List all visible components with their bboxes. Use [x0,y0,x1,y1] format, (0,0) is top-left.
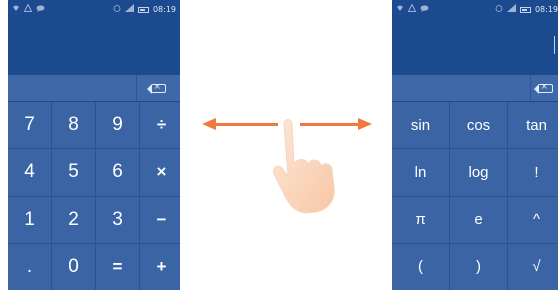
edit-row [8,75,180,101]
key-log[interactable]: log [450,149,507,196]
key-2[interactable]: 2 [52,196,95,243]
backspace-icon [146,82,166,94]
key-multiply[interactable]: × [140,149,180,196]
key-5[interactable]: 5 [52,149,95,196]
key-e[interactable]: e [450,196,507,243]
key-3[interactable]: 3 [96,196,139,243]
battery-icon [137,6,149,13]
key-open-paren[interactable]: ( [392,243,449,290]
key-equals[interactable]: = [96,243,139,290]
basic-calculator-screen: 08:19 7 8 9 ÷ 4 5 6 × 1 2 3 − . 0 = + [8,0,180,290]
key-divide[interactable]: ÷ [140,102,180,149]
warning-icon [407,3,417,15]
result-display[interactable] [392,18,558,75]
backspace-icon [533,82,553,94]
result-display[interactable] [8,18,180,75]
key-sqrt[interactable]: √ [508,243,558,290]
wifi-icon [12,4,20,15]
key-ln[interactable]: ln [392,149,449,196]
key-1[interactable]: 1 [8,196,51,243]
key-8[interactable]: 8 [52,102,95,149]
text-cursor [554,36,555,54]
key-power[interactable]: ^ [508,196,558,243]
basic-keypad: 7 8 9 ÷ 4 5 6 × 1 2 3 − . 0 = + [8,102,180,290]
wifi-icon [396,4,404,15]
key-6[interactable]: 6 [96,149,139,196]
battery-icon [519,6,531,13]
backspace-button[interactable] [530,75,558,101]
status-bar: 08:19 [8,0,180,18]
key-0[interactable]: 0 [52,243,95,290]
key-cos[interactable]: cos [450,102,507,149]
alarm-icon [495,4,503,15]
status-bar: 08:19 [392,0,558,18]
message-icon [36,4,45,15]
key-minus[interactable]: − [140,196,180,243]
key-tan[interactable]: tan [508,102,558,149]
advanced-keypad: sin cos tan ln log ! π e ^ ( ) √ [392,102,558,290]
advanced-calculator-screen: 08:19 sin cos tan ln log ! π e ^ ( ) √ [392,0,558,290]
key-factorial[interactable]: ! [508,149,558,196]
status-time: 08:19 [534,5,558,14]
edit-row [392,75,558,101]
signal-icon [124,4,134,15]
key-close-paren[interactable]: ) [450,243,507,290]
key-sin[interactable]: sin [392,102,449,149]
signal-icon [506,4,516,15]
key-pi[interactable]: π [392,196,449,243]
key-decimal[interactable]: . [8,243,51,290]
alarm-icon [113,4,121,15]
warning-icon [23,3,33,15]
key-4[interactable]: 4 [8,149,51,196]
status-time: 08:19 [152,5,176,14]
message-icon [420,4,429,15]
key-7[interactable]: 7 [8,102,51,149]
key-9[interactable]: 9 [96,102,139,149]
backspace-button[interactable] [136,75,180,101]
key-plus[interactable]: + [140,243,180,290]
swipe-hand-icon [273,119,335,214]
